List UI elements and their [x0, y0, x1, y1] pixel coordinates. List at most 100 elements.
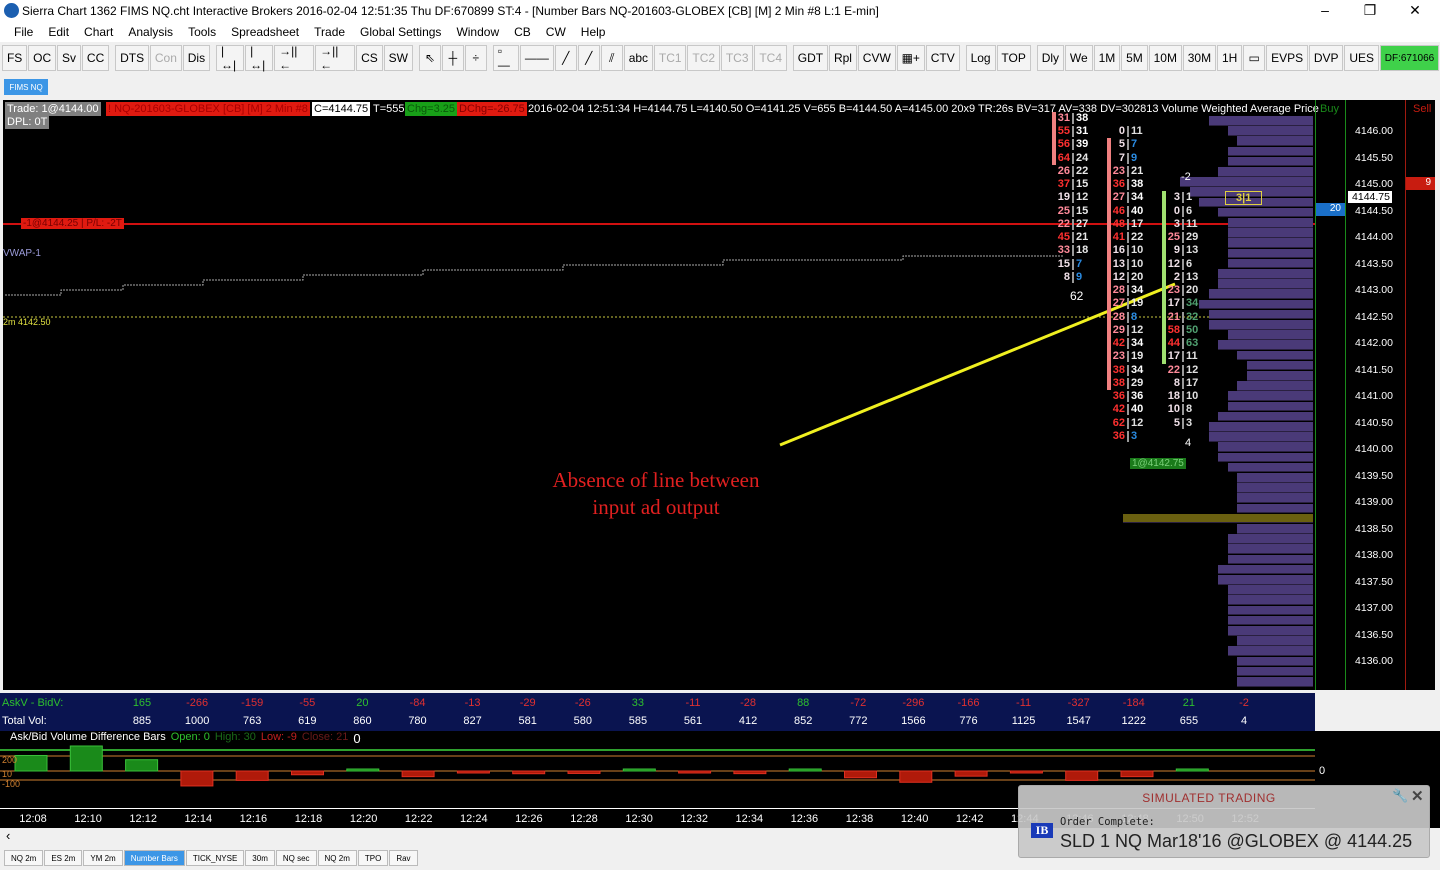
toolbar-button[interactable]: CVW [857, 45, 896, 71]
total-volume-value: 780 [408, 715, 427, 727]
price-tick-label: 4137.50 [1355, 575, 1393, 588]
toolbar-button[interactable]: 30M [1182, 45, 1216, 71]
toolbar-button[interactable]: Rpl [829, 45, 857, 71]
toolbar-button[interactable]: GDT [792, 45, 829, 71]
toolbar-button[interactable]: CS [356, 45, 383, 71]
toolbar-button[interactable]: FS [2, 45, 28, 71]
buy-quantity[interactable]: 20 [1316, 203, 1345, 216]
total-volume-value: 827 [463, 715, 482, 727]
ask-volume: 13 [1186, 244, 1199, 257]
menu-trade[interactable]: Trade [314, 25, 345, 39]
toolbar-button[interactable]: ⫽ [600, 45, 623, 71]
bid-volume: 26 [1057, 164, 1070, 177]
toolbar-button[interactable]: ÷ [464, 45, 487, 71]
toolbar-button[interactable]: |↔| [245, 44, 274, 72]
toolbar-button[interactable]: ╱ [577, 45, 600, 71]
askbid-diff-value: -28 [740, 697, 757, 709]
toolbar-button[interactable]: CTV [925, 45, 960, 71]
menu-help[interactable]: Help [581, 25, 606, 39]
menu-tools[interactable]: Tools [188, 25, 216, 39]
toolbar-button[interactable]: DVP [1308, 45, 1344, 71]
separator [1072, 179, 1074, 190]
sell-quantity[interactable]: 9 [1406, 177, 1435, 190]
chart-tab[interactable]: Number Bars [123, 850, 185, 866]
chart-tab[interactable]: Rav [389, 850, 418, 866]
toolbar-button[interactable]: Dis [182, 45, 210, 71]
toolbar-button[interactable]: 10M [1148, 45, 1182, 71]
toolbar-button[interactable]: TC1 [653, 45, 687, 71]
volume-profile-bar [1208, 116, 1313, 126]
close-icon[interactable]: ✕ [1411, 787, 1424, 805]
toolbar-button[interactable]: OC [28, 45, 57, 71]
toolbar-button[interactable]: 5M [1121, 45, 1148, 71]
toolbar-button[interactable]: TOP [996, 45, 1031, 71]
toolbar-button[interactable]: EVPS [1266, 45, 1308, 71]
y-label-10: 10 [2, 769, 13, 779]
chart-tab[interactable]: 30m [245, 850, 275, 866]
toolbar-button[interactable]: DTS [115, 45, 149, 71]
time-tick-label: 12:38 [845, 813, 874, 825]
toolbar-button[interactable]: UES [1344, 45, 1379, 71]
bid-volume: 33 [1057, 244, 1070, 257]
toolbar-button[interactable]: →||← [315, 44, 356, 72]
toolbar-button[interactable]: ╱ [554, 45, 577, 71]
position-label[interactable]: -1@4144.25 | P/L: -2T [21, 218, 124, 229]
menu-spreadsheet[interactable]: Spreadsheet [231, 25, 299, 39]
toolbar-button[interactable]: 1H [1217, 45, 1243, 71]
menu-chart[interactable]: Chart [84, 25, 113, 39]
toolbar-button[interactable]: Sv [57, 45, 81, 71]
toolbar-button[interactable]: 1M [1093, 45, 1121, 71]
menu-cw[interactable]: CW [546, 25, 566, 39]
chart-area[interactable]: Trade: 1@4144.00 DPL: 0T ! NQ-201603-GLO… [3, 100, 1435, 690]
toolbar-button[interactable]: ▫— [492, 44, 519, 72]
toolbar-button[interactable]: ▭ [1243, 45, 1266, 71]
chart-tab[interactable]: TPO [357, 850, 389, 866]
toolbar-button[interactable]: |↔| [216, 44, 245, 72]
toolbar-button[interactable]: CC [81, 45, 110, 71]
close-button[interactable]: ✕ [1400, 2, 1430, 19]
toolbar-button[interactable]: TC2 [687, 45, 720, 71]
toolbar-button[interactable]: ▦+ [896, 45, 925, 71]
toolbar-button[interactable]: We [1064, 45, 1093, 71]
toolbar-button[interactable]: Log [965, 45, 996, 71]
menu-file[interactable]: File [14, 25, 33, 39]
scroll-left-icon[interactable]: ‹ [6, 828, 10, 843]
toolbar-button[interactable]: —— [519, 45, 554, 71]
toolbar-button[interactable]: DF:671066 [1379, 45, 1440, 71]
menu-edit[interactable]: Edit [48, 25, 69, 39]
menu-cb[interactable]: CB [514, 25, 531, 39]
toolbar-button[interactable]: Con [149, 45, 182, 71]
chart-tab[interactable]: NQ sec [275, 850, 317, 866]
toolbar-button[interactable]: TC3 [720, 45, 754, 71]
chart-tab[interactable]: NQ 2m [317, 850, 357, 866]
chartbook-tab[interactable]: FIMS NQ [4, 79, 48, 95]
toolbar-button[interactable]: →||← [274, 44, 315, 72]
chart-tab[interactable]: YM 2m [83, 850, 123, 866]
price-tick-label: 4142.50 [1355, 310, 1393, 323]
separator [1182, 324, 1184, 336]
toolbar-button[interactable]: TC4 [754, 45, 787, 71]
toolbar-button[interactable]: SW [383, 45, 413, 71]
toolbar-button[interactable]: abc [623, 45, 653, 71]
volume-profile-bar [1227, 595, 1313, 605]
ask-volume: 9 [1131, 151, 1138, 164]
volume-profile-bar [1237, 483, 1313, 493]
menu-analysis[interactable]: Analysis [128, 25, 173, 39]
chart-tab[interactable]: ES 2m [44, 850, 83, 866]
ladder-row: 8 17 [1158, 377, 1208, 390]
menu-global-settings[interactable]: Global Settings [360, 25, 441, 39]
bid-imbalance-bar [1107, 138, 1111, 390]
menu-window[interactable]: Window [456, 25, 499, 39]
separator [1127, 391, 1129, 402]
ladder-row: 42 40 [1103, 403, 1153, 416]
chart-tab[interactable]: NQ 2m [4, 850, 44, 866]
separator [1127, 298, 1129, 310]
toolbar-button[interactable]: ⇖ [418, 45, 441, 71]
wrench-icon[interactable]: 🔧 [1392, 788, 1408, 804]
toolbar-button[interactable]: Dly [1036, 45, 1064, 71]
minimize-button[interactable]: – [1310, 2, 1340, 18]
ask-volume: 20 [1131, 270, 1144, 283]
restore-button[interactable]: ❐ [1355, 2, 1385, 19]
toolbar-button[interactable]: ┼ [441, 45, 464, 71]
chart-tab[interactable]: TICK_NYSE [185, 850, 245, 866]
